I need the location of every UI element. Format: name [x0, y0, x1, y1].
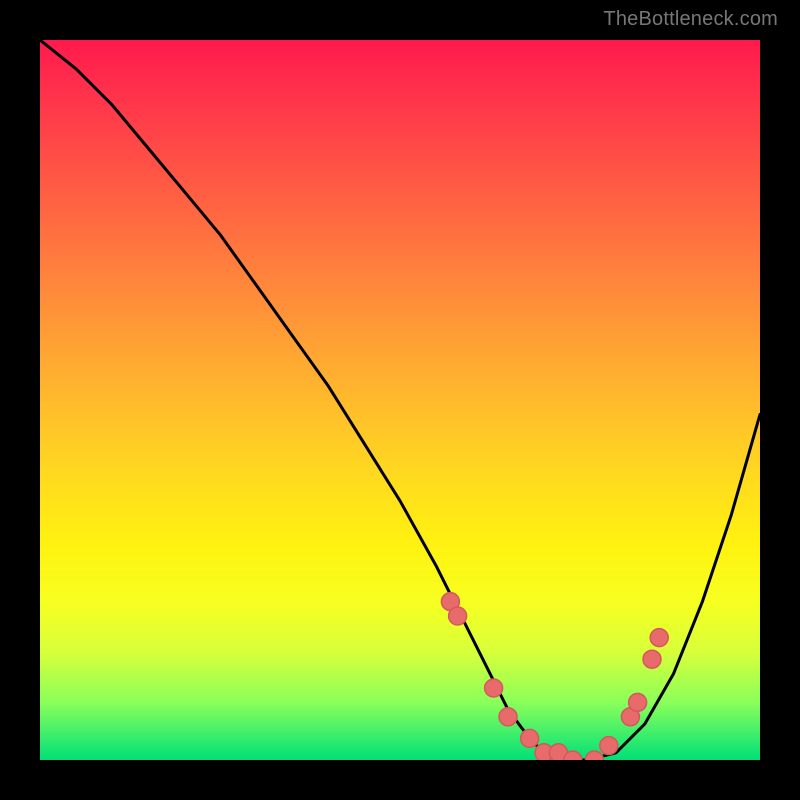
watermark-label: TheBottleneck.com	[603, 8, 778, 31]
chart-frame: TheBottleneck.com	[0, 0, 800, 800]
marker-dot	[485, 679, 503, 697]
marker-dot	[650, 629, 668, 647]
marker-dot	[521, 729, 539, 747]
marker-dot	[629, 693, 647, 711]
marker-dot	[499, 708, 517, 726]
chart-svg	[40, 40, 760, 760]
plot-area	[40, 40, 760, 760]
marker-dot	[600, 737, 618, 755]
marker-dot	[585, 751, 603, 760]
marker-dot	[643, 650, 661, 668]
marker-dot	[449, 607, 467, 625]
